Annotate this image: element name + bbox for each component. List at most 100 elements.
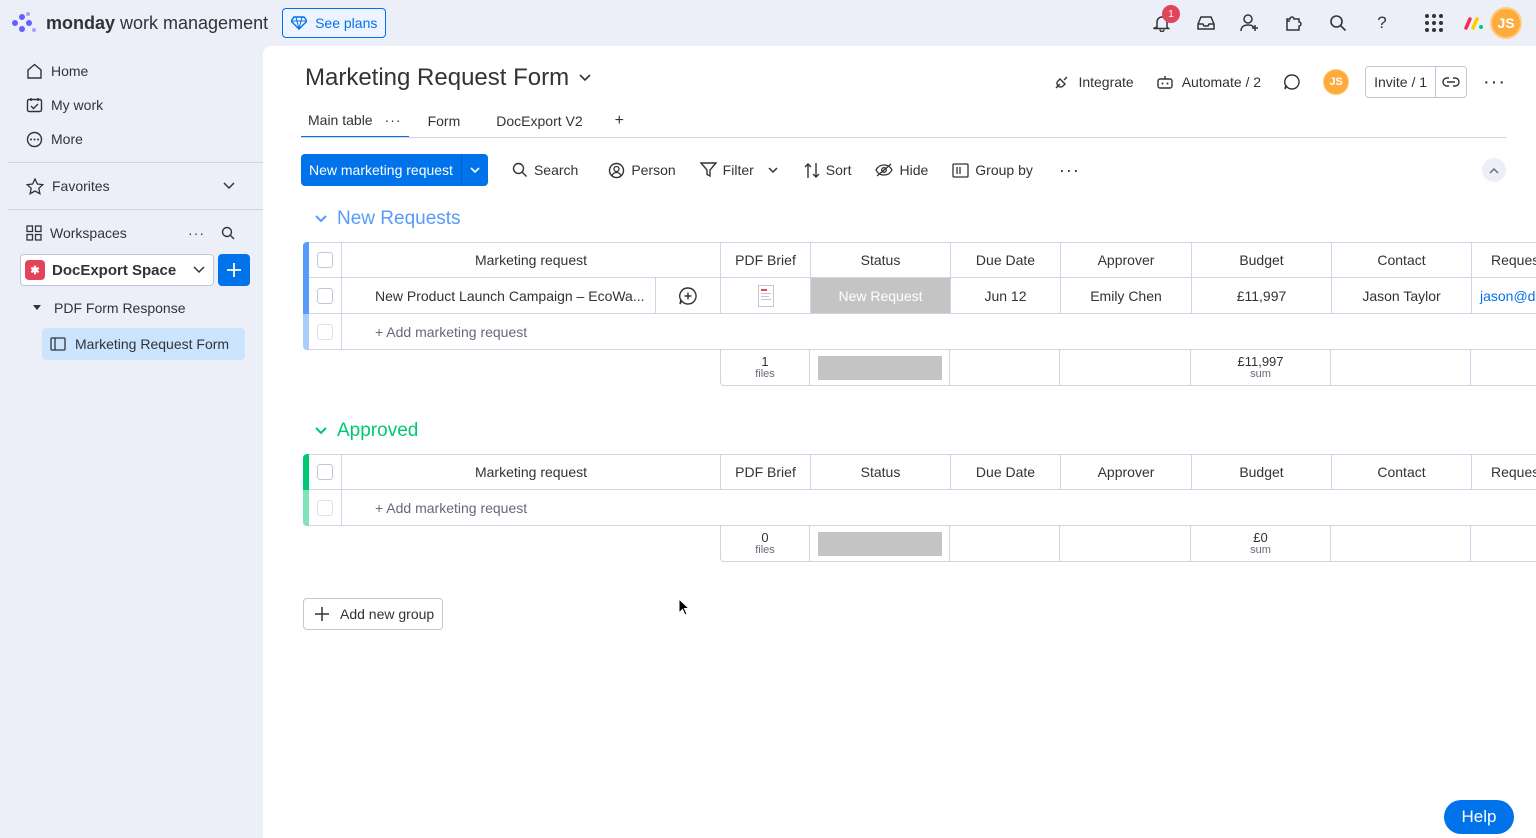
- sidebar-item-my-work[interactable]: My work: [8, 88, 263, 122]
- workspace-selector[interactable]: ✱ DocExport Space: [20, 254, 214, 286]
- filter-icon: [699, 162, 717, 178]
- apps-grid-button[interactable]: [1412, 7, 1456, 39]
- group-by-label: Group by: [975, 162, 1033, 178]
- item-name[interactable]: New Product Launch Campaign – EcoWa...: [342, 278, 656, 314]
- add-item-input[interactable]: + Add marketing request: [342, 490, 1536, 526]
- chevron-down-icon[interactable]: [768, 166, 778, 174]
- column-header[interactable]: Budget: [1192, 242, 1332, 278]
- search-everything-button[interactable]: [1316, 7, 1360, 39]
- help-button[interactable]: ?: [1360, 7, 1404, 39]
- column-header[interactable]: Approver: [1061, 454, 1192, 490]
- apps-button[interactable]: [1272, 7, 1316, 39]
- add-item-button[interactable]: [218, 254, 250, 286]
- column-header[interactable]: Due Date: [951, 242, 1061, 278]
- sidebar-item-home[interactable]: Home: [8, 54, 263, 88]
- select-all-checkbox[interactable]: [309, 242, 342, 278]
- files-count: 1: [761, 353, 769, 369]
- board-title[interactable]: Marketing Request Form: [305, 64, 591, 92]
- chevron-down-icon[interactable]: [315, 427, 327, 435]
- group-header-approved[interactable]: Approved: [315, 420, 418, 442]
- column-header[interactable]: Due Date: [951, 454, 1061, 490]
- invite-members-button[interactable]: [1228, 7, 1272, 39]
- sort-label: Sort: [825, 162, 852, 178]
- add-view-button[interactable]: +: [608, 104, 631, 138]
- chevron-down-icon[interactable]: [462, 154, 488, 186]
- sidebar-item-more[interactable]: More: [8, 122, 263, 156]
- collapse-header-button[interactable]: [1482, 158, 1506, 182]
- pdf-brief-cell[interactable]: [721, 278, 811, 314]
- user-avatar[interactable]: JS: [1490, 7, 1522, 39]
- group-title[interactable]: New Requests: [337, 208, 461, 230]
- add-item-row[interactable]: + Add marketing request: [303, 314, 1536, 350]
- budget-sum: £11,997: [1237, 353, 1284, 369]
- chevron-up-icon: [1489, 167, 1499, 173]
- add-item-input[interactable]: + Add marketing request: [342, 314, 1536, 350]
- automate-button[interactable]: Automate / 2: [1156, 74, 1261, 90]
- inbox-button[interactable]: [1184, 7, 1228, 39]
- add-new-group-button[interactable]: Add new group: [303, 598, 444, 630]
- board-owner-avatar[interactable]: JS: [1323, 69, 1350, 95]
- column-header[interactable]: Budget: [1192, 454, 1332, 490]
- select-all-checkbox[interactable]: [309, 454, 342, 490]
- tab-options-icon[interactable]: ···: [385, 112, 402, 128]
- column-header[interactable]: PDF Brief: [721, 454, 811, 490]
- column-header[interactable]: Contact: [1332, 242, 1472, 278]
- sidebar-item-marketing-request-form[interactable]: Marketing Request Form: [42, 328, 245, 360]
- column-header[interactable]: PDF Brief: [721, 242, 811, 278]
- group-header-new-requests[interactable]: New Requests: [315, 208, 461, 230]
- column-header[interactable]: Reques: [1472, 454, 1536, 490]
- new-item-button[interactable]: New marketing request: [301, 154, 488, 186]
- person-filter-button[interactable]: Person: [608, 162, 676, 179]
- column-header[interactable]: Marketing request: [342, 242, 721, 278]
- column-header[interactable]: Marketing request: [342, 454, 721, 490]
- requester-email-link[interactable]: jason@d: [1472, 278, 1536, 314]
- tab-form[interactable]: Form: [421, 104, 468, 138]
- see-plans-button[interactable]: See plans: [282, 8, 387, 38]
- copy-link-icon[interactable]: [1436, 67, 1466, 97]
- due-date-cell[interactable]: Jun 12: [951, 278, 1061, 314]
- approver-cell[interactable]: Emily Chen: [1061, 278, 1192, 314]
- sort-button[interactable]: Sort: [804, 162, 852, 179]
- integrate-button[interactable]: Integrate: [1054, 74, 1134, 90]
- folder-pdf-form-response[interactable]: PDF Form Response: [8, 292, 263, 324]
- tab-docexport-v2[interactable]: DocExport V2: [489, 104, 589, 138]
- board-options-icon[interactable]: ···: [1483, 72, 1506, 92]
- add-update-button[interactable]: [656, 278, 721, 314]
- row-checkbox[interactable]: [309, 278, 342, 314]
- workspaces-label: Workspaces: [50, 225, 127, 241]
- integrate-icon: [1055, 76, 1068, 89]
- help-center-button[interactable]: Help: [1444, 800, 1514, 834]
- group-title[interactable]: Approved: [337, 420, 418, 442]
- more-options-icon[interactable]: ···: [1059, 160, 1080, 181]
- updates-button[interactable]: [1283, 73, 1309, 91]
- search-icon: [1330, 15, 1347, 32]
- sidebar-item-label: My work: [51, 97, 104, 113]
- column-header[interactable]: Contact: [1332, 454, 1472, 490]
- search-button[interactable]: Search: [512, 162, 578, 178]
- group-by-button[interactable]: Group by: [952, 162, 1033, 178]
- column-header[interactable]: Approver: [1061, 242, 1192, 278]
- table-header-row: Marketing request PDF Brief Status Due D…: [303, 242, 1536, 278]
- filter-button[interactable]: Filter: [699, 162, 784, 178]
- tab-main-table[interactable]: Main table ···: [301, 104, 409, 138]
- contact-cell[interactable]: Jason Taylor: [1332, 278, 1472, 314]
- search-icon[interactable]: [221, 226, 235, 240]
- product-switcher[interactable]: JS: [1456, 7, 1536, 39]
- column-header[interactable]: Reques: [1472, 242, 1536, 278]
- table-row[interactable]: New Product Launch Campaign – EcoWa... N…: [303, 278, 1536, 314]
- add-comment-icon: [679, 286, 697, 305]
- status-label[interactable]: New Request: [811, 278, 951, 314]
- invite-button[interactable]: Invite / 1: [1365, 66, 1468, 98]
- column-header[interactable]: Status: [811, 242, 951, 278]
- hide-button[interactable]: Hide: [875, 162, 928, 178]
- monday-logo[interactable]: monday work management: [12, 12, 268, 34]
- sidebar-workspaces[interactable]: Workspaces ···: [8, 216, 263, 250]
- notifications-button[interactable]: 1: [1140, 5, 1184, 39]
- invite-members-icon: [1240, 14, 1258, 32]
- chevron-down-icon[interactable]: [315, 215, 327, 223]
- sidebar-favorites[interactable]: Favorites: [8, 169, 263, 203]
- workspace-options-icon[interactable]: ···: [188, 225, 205, 241]
- add-item-row[interactable]: + Add marketing request: [303, 490, 1536, 526]
- column-header[interactable]: Status: [811, 454, 951, 490]
- budget-cell[interactable]: £11,997: [1192, 278, 1332, 314]
